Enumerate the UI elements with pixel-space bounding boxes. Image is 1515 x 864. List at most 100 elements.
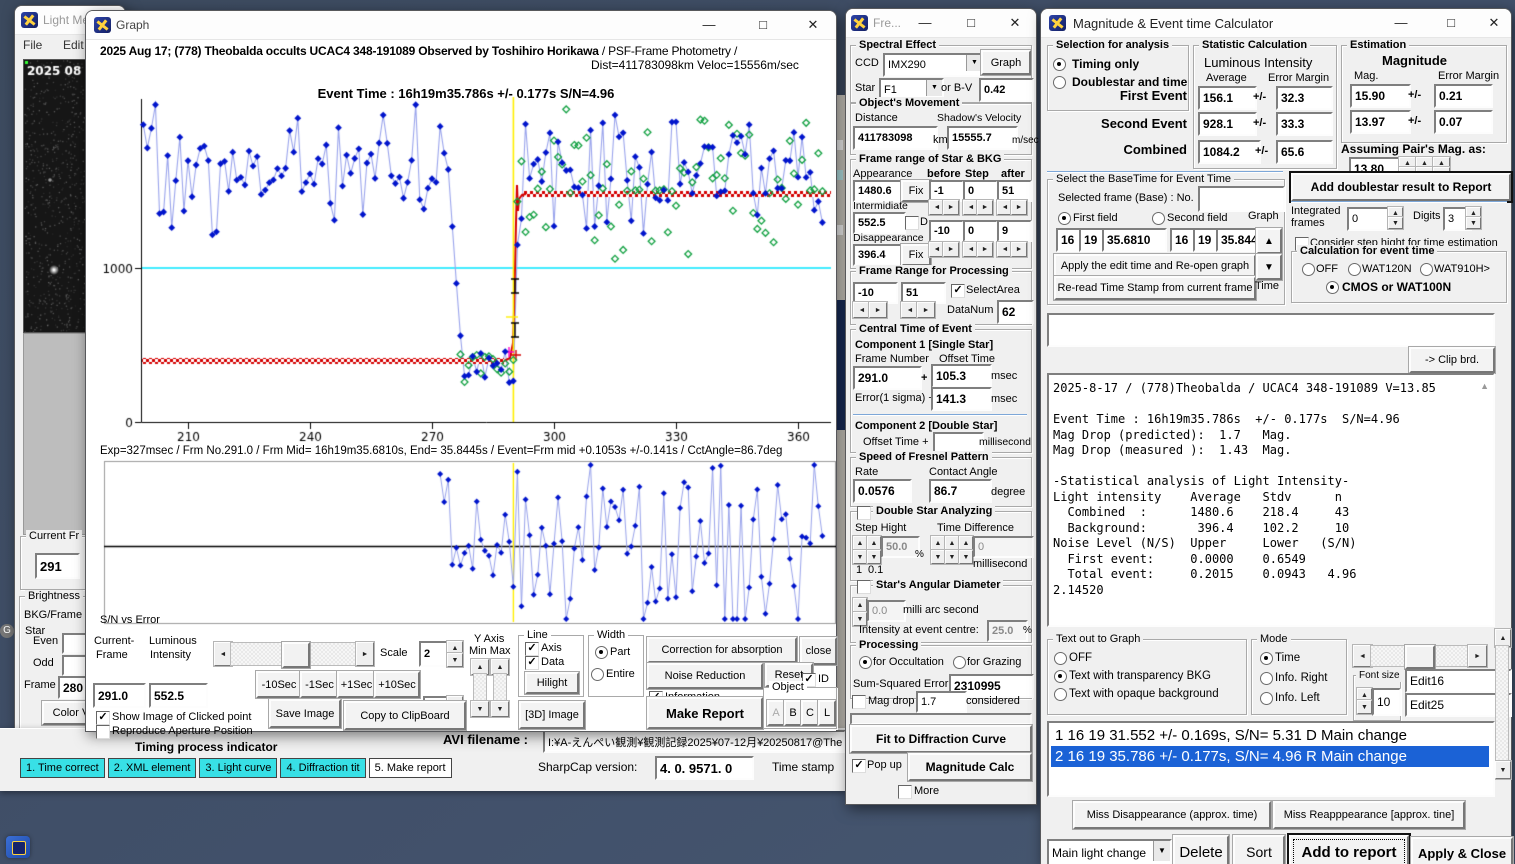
add-to-report-button[interactable]: Add to report <box>1289 835 1409 864</box>
add-doublestar-button[interactable]: Add doublestar result to Report <box>1291 173 1511 201</box>
miss-reappearance-button[interactable]: Miss Reapppearance [approx. tine] <box>1273 801 1465 829</box>
step2-up-icon[interactable]: ▲ <box>867 536 881 550</box>
range-to-field[interactable]: 51 <box>901 282 946 304</box>
mag-drop-checkbox[interactable] <box>852 695 866 709</box>
font-size-field[interactable]: 10 <box>1372 688 1401 716</box>
calculator-titlebar[interactable]: Magnitude & Event time Calculator — □ ✕ <box>1041 9 1511 38</box>
ymax-slider[interactable] <box>493 673 507 703</box>
hscroll-thumb[interactable] <box>1405 645 1435 669</box>
close-icon[interactable]: ✕ <box>1002 12 1028 34</box>
digits-down-icon[interactable]: ▼ <box>1466 217 1481 229</box>
maximize-icon[interactable]: □ <box>748 14 778 36</box>
current-frame-field[interactable]: 291 <box>35 553 80 579</box>
off-radio[interactable] <box>1302 263 1315 276</box>
ymin-slider[interactable] <box>473 673 487 703</box>
first-err-field[interactable]: 32.3 <box>1276 86 1333 110</box>
vscroll-track[interactable] <box>1495 645 1509 763</box>
timing-step-button[interactable]: 4. Diffraction tit <box>280 758 366 778</box>
int-down-icon[interactable]: ▼ <box>1388 217 1403 229</box>
width-entire-radio[interactable] <box>591 668 604 681</box>
error-sigma-field[interactable]: 141.3 <box>931 387 992 411</box>
step-down-icon[interactable]: ▼ <box>853 550 867 564</box>
opaque-radio[interactable] <box>1054 688 1067 701</box>
disappearance-fix-button[interactable]: Fix <box>901 244 931 266</box>
frame-number-field[interactable]: 291.0 <box>853 366 922 390</box>
selectarea-checkbox[interactable] <box>951 284 965 298</box>
text-out-off-radio[interactable] <box>1054 652 1067 665</box>
magnitude-calc-button[interactable]: Magnitude Calc <box>908 753 1032 781</box>
dis-before-right-icon[interactable]: ► <box>943 242 959 257</box>
clip-board-button[interactable]: -> Clip brd. <box>1409 347 1495 373</box>
scale-down-icon[interactable]: ▼ <box>447 653 463 667</box>
timing-step-button[interactable]: 3. Light curve <box>199 758 278 778</box>
luminous-field[interactable]: 552.5 <box>149 683 208 708</box>
datanum-field[interactable]: 62 <box>997 300 1034 324</box>
mas-field[interactable]: 0.0 <box>867 600 906 622</box>
reread-timestamp-button[interactable]: Re-read Time Stamp from current frame <box>1054 276 1256 300</box>
velocity-field[interactable]: 15555.7 <box>947 126 1018 150</box>
hilight-button[interactable]: Hilight <box>525 672 579 694</box>
desktop-icon-g[interactable]: G <box>0 624 14 638</box>
timing-step-button[interactable]: 1. Time correct <box>20 758 105 778</box>
object-a-button[interactable]: A <box>767 700 785 726</box>
time-difference-field[interactable]: 0 <box>973 536 1034 558</box>
td2-up-icon[interactable]: ▲ <box>945 536 959 550</box>
time-down-icon[interactable]: ▼ <box>1256 254 1282 280</box>
make-report-button[interactable]: Make Report <box>647 697 763 729</box>
step2-down-icon[interactable]: ▼ <box>867 550 881 564</box>
sharpcap-version-field[interactable]: 4. 0. 9571. 0 <box>655 756 754 780</box>
graph-text-field[interactable] <box>1047 313 1495 347</box>
second-err-field[interactable]: 33.3 <box>1276 112 1333 136</box>
cmos-radio[interactable] <box>1326 281 1339 294</box>
from-right-icon[interactable]: ► <box>869 302 887 318</box>
axis-checkbox[interactable] <box>525 642 539 656</box>
combined-avg-field[interactable]: 1084.2 <box>1198 140 1261 164</box>
popup-checkbox[interactable] <box>852 759 866 773</box>
for-grazing-radio[interactable] <box>953 656 966 669</box>
td3-up-icon[interactable]: ▲ <box>959 536 973 550</box>
scroll-up-icon[interactable]: ▲ <box>1480 381 1489 391</box>
object-b-button[interactable]: B <box>784 700 802 726</box>
reproduce-aperture-checkbox[interactable] <box>96 725 110 739</box>
chevron-down-icon[interactable]: ▼ <box>926 80 942 96</box>
apply-close-button[interactable]: Apply & Close <box>1411 837 1513 864</box>
selected-frame-field[interactable] <box>1198 186 1285 212</box>
app-before-right-icon[interactable]: ► <box>943 200 959 215</box>
wat910h-radio[interactable] <box>1420 263 1433 276</box>
second-field-radio[interactable] <box>1152 212 1165 225</box>
bv-field[interactable]: 0.42 <box>979 78 1034 102</box>
disappearance-field[interactable]: 396.4 <box>853 244 906 266</box>
ymax-down-icon[interactable]: ▼ <box>491 701 509 717</box>
report-text-area[interactable]: 2025-8-17 / (778)Theobalda / UCAC4 348-1… <box>1047 373 1495 627</box>
time-up-icon[interactable]: ▲ <box>1256 228 1282 254</box>
dis-after-field[interactable]: 9 <box>997 220 1032 242</box>
show-image-checkbox[interactable] <box>96 711 110 725</box>
minus-1sec-button[interactable]: -1Sec <box>300 671 339 698</box>
fresnel-window-titlebar[interactable]: Fre... — □ ✕ <box>846 9 1036 38</box>
minimize-icon[interactable]: — <box>912 12 938 34</box>
3d-image-button[interactable]: [3D] Image <box>519 701 585 729</box>
correction-absorption-button[interactable]: Correction for absorption <box>647 637 797 663</box>
contact-angle-field[interactable]: 86.7 <box>929 479 992 503</box>
first-field-radio[interactable] <box>1058 212 1071 225</box>
appearance-field[interactable]: 1480.6 <box>853 180 906 202</box>
combined-err-field[interactable]: 65.6 <box>1276 140 1333 164</box>
frame-slider-thumb[interactable] <box>282 642 310 668</box>
td1-down-icon[interactable]: ▼ <box>931 550 945 564</box>
d-checkbox[interactable] <box>905 216 919 230</box>
mode-time-radio[interactable] <box>1260 652 1273 665</box>
object-c-button[interactable]: C <box>801 700 819 726</box>
font-down-icon[interactable]: ▼ <box>1357 700 1372 714</box>
copy-clipboard-button[interactable]: Copy to ClipBoard <box>344 701 466 730</box>
minimize-icon[interactable]: — <box>694 14 724 36</box>
result-row-selected[interactable]: 2 16 19 35.786 +/- 0.177s, S/N= 4.96 R M… <box>1051 746 1489 767</box>
save-image-button[interactable]: Save Image <box>269 699 341 728</box>
delete-button[interactable]: Delete <box>1173 835 1229 864</box>
taskbar-app-icon[interactable] <box>6 836 30 858</box>
width-part-radio[interactable] <box>595 646 608 659</box>
close-button[interactable]: close <box>800 637 837 665</box>
noise-reduction-button[interactable]: Noise Reduction <box>647 663 763 689</box>
td1-up-icon[interactable]: ▲ <box>931 536 945 550</box>
mas-up-icon[interactable]: ▲ <box>853 598 867 612</box>
dis-after-right-icon[interactable]: ► <box>1011 242 1027 257</box>
